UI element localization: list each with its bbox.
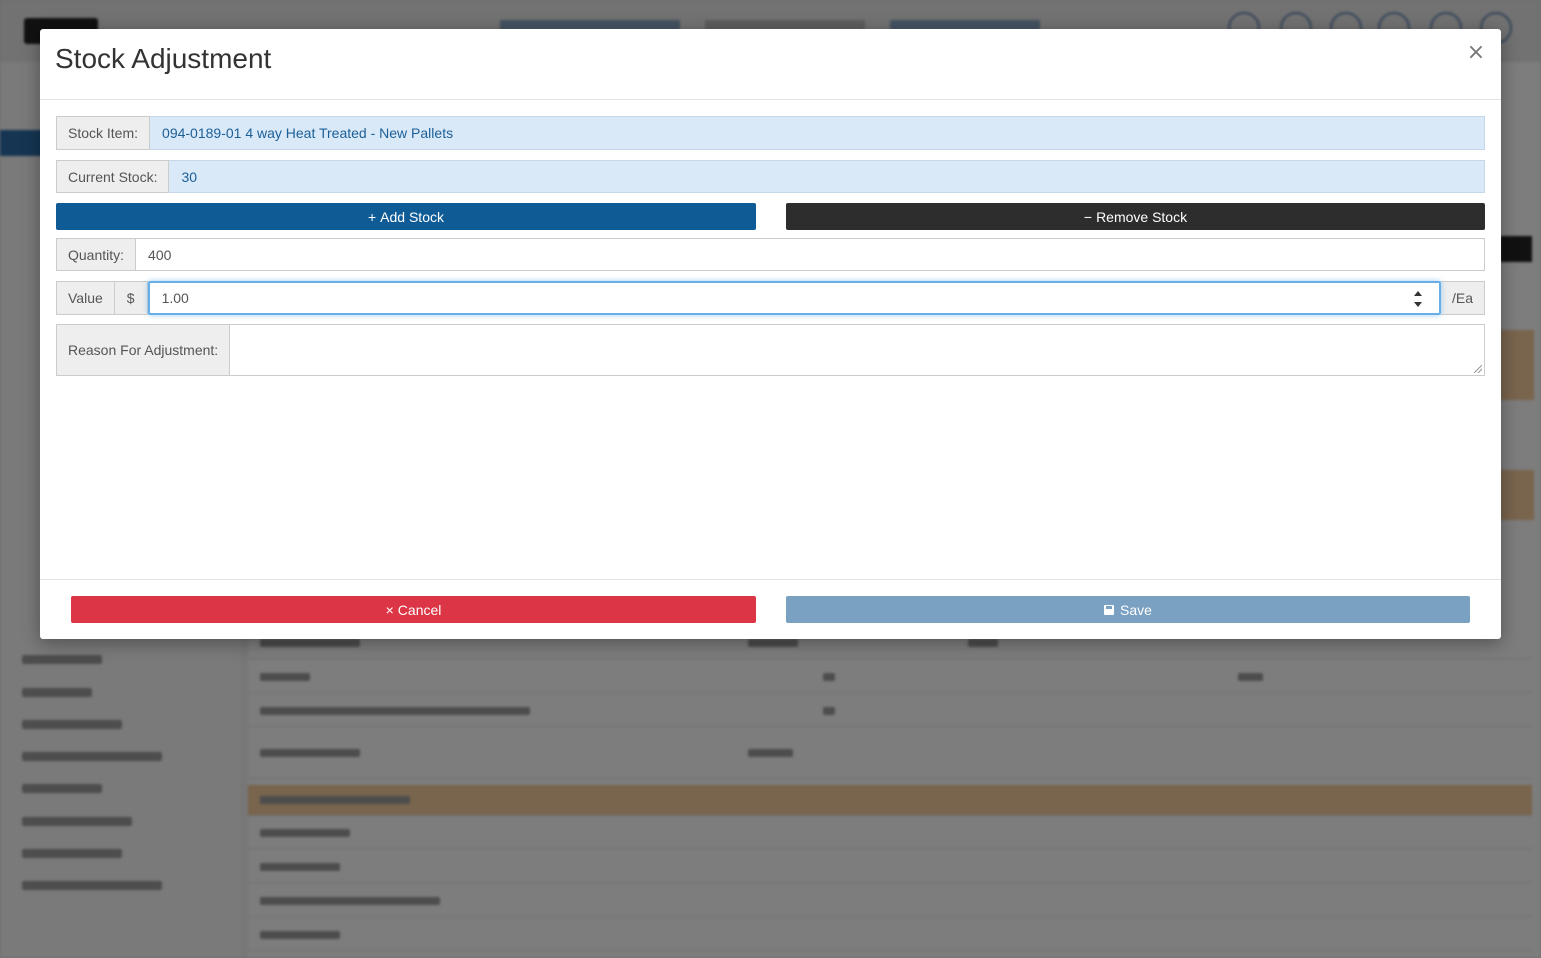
stepper-arrows-icon[interactable] [1413, 291, 1423, 307]
stepper-up-icon[interactable] [1413, 291, 1422, 296]
value-label: Value [56, 281, 115, 315]
value-group: Value $ 1.00 /Ea [56, 281, 1485, 315]
value-amount: 1.00 [161, 290, 189, 306]
close-icon: × [385, 601, 394, 618]
cancel-button[interactable]: × Cancel [71, 596, 756, 623]
save-label: Save [1120, 601, 1152, 618]
quantity-group: Quantity: 400 [56, 238, 1485, 271]
unit-label: /Ea [1440, 281, 1485, 315]
stock-item-group: Stock Item: 094-0189-01 4 way Heat Treat… [56, 116, 1485, 150]
add-stock-button[interactable]: + Add Stock [56, 203, 756, 230]
floppy-disk-icon [1104, 604, 1115, 615]
current-stock-group: Current Stock: 30 [56, 160, 1485, 193]
stock-item-label: Stock Item: [56, 116, 151, 150]
stepper-down-icon[interactable] [1413, 302, 1422, 307]
plus-icon: + [367, 208, 377, 225]
modal-header: Stock Adjustment × [40, 29, 1501, 100]
current-stock-label: Current Stock: [56, 160, 170, 193]
quantity-label: Quantity: [56, 238, 137, 271]
stock-item-value: 094-0189-01 4 way Heat Treated - New Pal… [150, 116, 1485, 150]
cancel-label: Cancel [397, 601, 442, 618]
remove-stock-button[interactable]: − Remove Stock [786, 203, 1485, 230]
reason-label: Reason For Adjustment: [56, 324, 231, 376]
reason-group: Reason For Adjustment: [56, 324, 1485, 376]
save-button[interactable]: Save [786, 596, 1470, 623]
current-stock-value: 30 [169, 160, 1485, 193]
minus-icon: − [1083, 208, 1093, 225]
remove-stock-label: Remove Stock [1096, 208, 1188, 225]
reason-textarea[interactable] [230, 324, 1485, 376]
add-stock-label: Add Stock [380, 208, 444, 225]
value-stepper[interactable]: 1.00 [147, 281, 1441, 315]
close-icon[interactable]: × [1464, 41, 1488, 65]
quantity-field[interactable]: 400 [136, 238, 1485, 271]
currency-symbol: $ [114, 281, 148, 315]
resize-handle-icon[interactable] [1474, 365, 1482, 373]
stock-adjustment-modal: Stock Adjustment × Stock Item: 094-0189-… [40, 29, 1501, 639]
modal-title: Stock Adjustment [55, 43, 272, 74]
